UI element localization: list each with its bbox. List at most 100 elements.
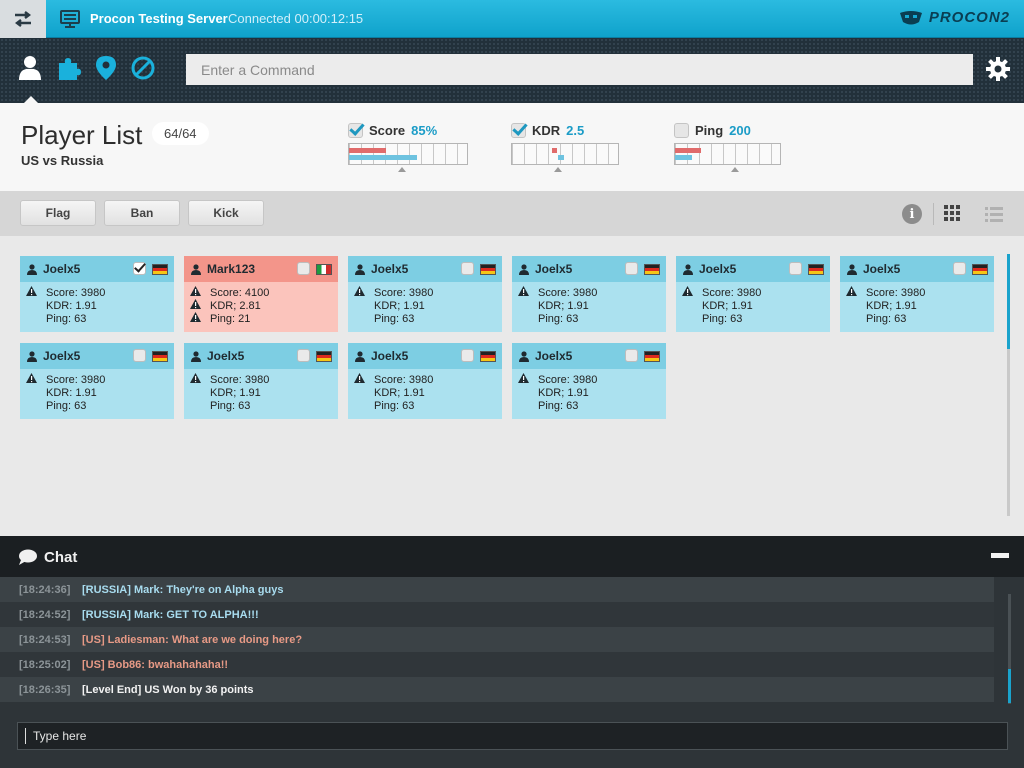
player-ping: Ping: 63 [866,312,907,325]
collapse-chat-button[interactable] [991,553,1009,558]
chat-title: Chat [44,549,78,566]
player-select-checkbox[interactable] [133,349,146,362]
player-select-checkbox[interactable] [133,262,146,275]
nav-maps-tab[interactable] [92,54,120,82]
kick-button[interactable]: Kick [188,200,264,226]
player-card[interactable]: Joelx5 Score: 3980 KDR; 1.91 Ping: 63 [348,256,502,332]
player-card[interactable]: Joelx5 Score: 3980 KDR: 1.91 Ping: 63 [20,343,174,419]
player-ping-row: Ping: 63 [26,399,174,412]
player-list-header: Player List 64/64 US vs Russia Score 85%… [0,103,1024,191]
player-score-row: Score: 3980 [518,286,666,299]
player-score-row: Score: 3980 [354,373,502,386]
player-select-checkbox[interactable] [297,349,310,362]
player-icon [191,263,201,275]
server-icon [60,10,80,28]
player-select-checkbox[interactable] [625,262,638,275]
score-metric-value: 85% [411,122,438,138]
chat-scroll-thumb[interactable] [1008,669,1011,703]
command-input[interactable] [186,54,973,85]
player-name: Joelx5 [43,262,81,276]
player-stats: Score: 4100 KDR; 2.81 Ping: 21 [184,282,338,325]
player-card[interactable]: Joelx5 Score: 3980 KDR: 1.91 Ping: 63 [20,256,174,332]
nav-bar [0,38,1024,103]
settings-button[interactable] [984,53,1012,85]
player-select-checkbox[interactable] [297,262,310,275]
player-ping: Ping: 63 [702,312,743,325]
map-pin-icon [96,56,116,80]
player-kdr: KDR; 1.91 [210,386,261,399]
nav-players-tab[interactable] [16,54,44,82]
player-card-header: Mark123 [184,256,338,282]
grid-view-icon[interactable] [944,205,962,223]
kdr-gauge-marker [554,167,562,172]
player-kdr: KDR; 1.91 [374,299,425,312]
player-stats: Score: 3980 KDR; 1.91 Ping: 63 [512,369,666,412]
flag-button[interactable]: Flag [20,200,96,226]
info-icon[interactable]: i [902,204,922,224]
germany-flag-icon [972,264,988,275]
player-card[interactable]: Joelx5 Score: 3980 KDR; 1.91 Ping: 63 [512,256,666,332]
player-name: Joelx5 [43,349,81,363]
ping-metric-value: 200 [729,122,751,138]
kdr-metric-checkbox[interactable] [511,122,526,138]
chat-input[interactable] [17,722,1008,750]
player-card-header: Joelx5 [348,343,502,369]
player-stats: Score: 3980 KDR; 1.91 Ping: 63 [348,369,502,412]
player-card-header: Joelx5 [512,256,666,282]
player-select-checkbox[interactable] [461,262,474,275]
score-metric-label: Score [369,122,406,138]
list-view-icon[interactable] [985,205,1003,223]
player-card[interactable]: Joelx5 Score: 3980 KDR; 1.91 Ping: 63 [184,343,338,419]
nav-plugins-tab[interactable] [55,54,83,82]
player-score: Score: 3980 [866,286,926,299]
player-grid-area: Joelx5 Score: 3980 KDR: 1.91 Ping: 63 Mark12… [0,236,1024,536]
chat-text: [US] Bob86: bwahahahaha!! [82,658,229,671]
player-card[interactable]: Joelx5 Score: 3980 KDR; 1.91 Ping: 63 [840,256,994,332]
player-stats: Score: 3980 KDR; 1.91 Ping: 63 [512,282,666,325]
player-kdr: KDR; 1.91 [866,299,917,312]
germany-flag-icon [644,264,660,275]
player-card-header: Joelx5 [20,343,174,369]
player-ping: Ping: 63 [538,312,579,325]
ban-button[interactable]: Ban [104,200,180,226]
germany-flag-icon [480,351,496,362]
player-card[interactable]: Joelx5 Score: 3980 KDR; 1.91 Ping: 63 [676,256,830,332]
germany-flag-icon [152,351,168,362]
player-name: Joelx5 [371,349,409,363]
nav-bans-tab[interactable] [129,54,157,82]
player-card[interactable]: Mark123 Score: 4100 KDR; 2.81 Ping: 21 [184,256,338,332]
match-subtitle: US vs Russia [21,153,104,168]
chat-timestamp: [18:24:36] [19,583,71,596]
player-card[interactable]: Joelx5 Score: 3980 KDR; 1.91 Ping: 63 [348,343,502,419]
player-card-header: Joelx5 [20,256,174,282]
player-name: Mark123 [207,262,256,276]
plugin-puzzle-icon [59,58,81,80]
chat-text: [US] Ladiesman: What are we doing here? [82,633,303,646]
swap-arrows-button[interactable] [0,0,46,38]
player-grid-scroll-thumb[interactable] [1007,254,1010,349]
player-score: Score: 3980 [374,286,434,299]
ban-icon [131,56,155,80]
player-select-checkbox[interactable] [625,349,638,362]
ping-gauge-marker [731,167,739,172]
ping-metric-checkbox[interactable] [674,122,689,138]
server-name: Procon Testing Server [90,11,228,26]
player-card-header: Joelx5 [840,256,994,282]
player-score-row: Score: 4100 [190,286,338,299]
player-icon [519,263,529,275]
ping-gauge-team-blue [675,155,692,160]
player-select-checkbox[interactable] [953,262,966,275]
player-ping: Ping: 63 [46,312,87,325]
player-icon [519,350,529,362]
chat-text-cursor [25,728,26,744]
score-metric-checkbox[interactable] [348,122,363,138]
player-select-checkbox[interactable] [461,349,474,362]
player-card[interactable]: Joelx5 Score: 3980 KDR; 1.91 Ping: 63 [512,343,666,419]
player-ping-row: Ping: 63 [354,312,502,325]
player-kdr-row: KDR; 1.91 [354,299,502,312]
chat-text: [RUSSIA] Mark: GET TO ALPHA!!! [82,608,259,621]
germany-flag-icon [644,351,660,362]
ping-gauge [674,143,781,172]
chat-timestamp: [18:25:02] [19,658,71,671]
player-select-checkbox[interactable] [789,262,802,275]
